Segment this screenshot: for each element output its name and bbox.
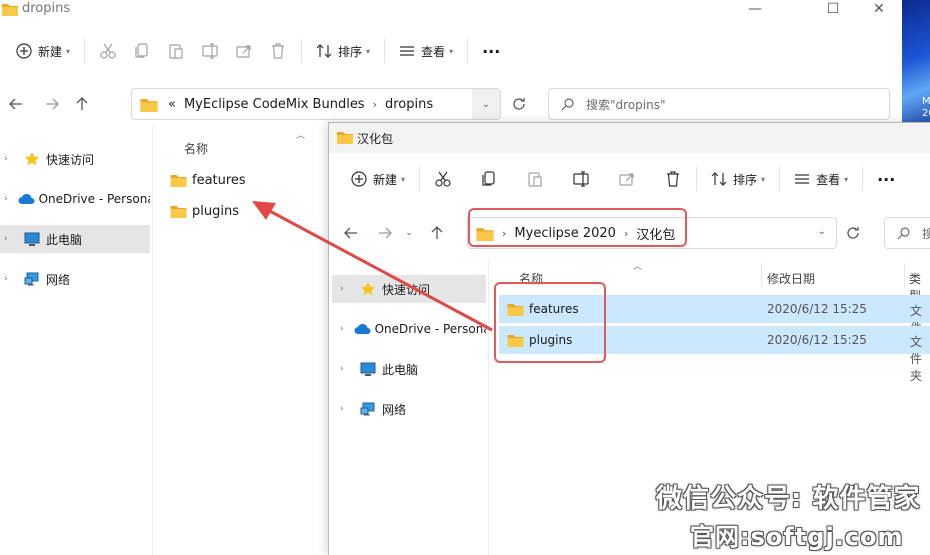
watermark-line1: 微信公众号: 软件管家 xyxy=(656,484,921,514)
watermark-line2: 官网:softgj.com xyxy=(690,523,904,551)
annotation-arrow-icon xyxy=(252,201,493,332)
